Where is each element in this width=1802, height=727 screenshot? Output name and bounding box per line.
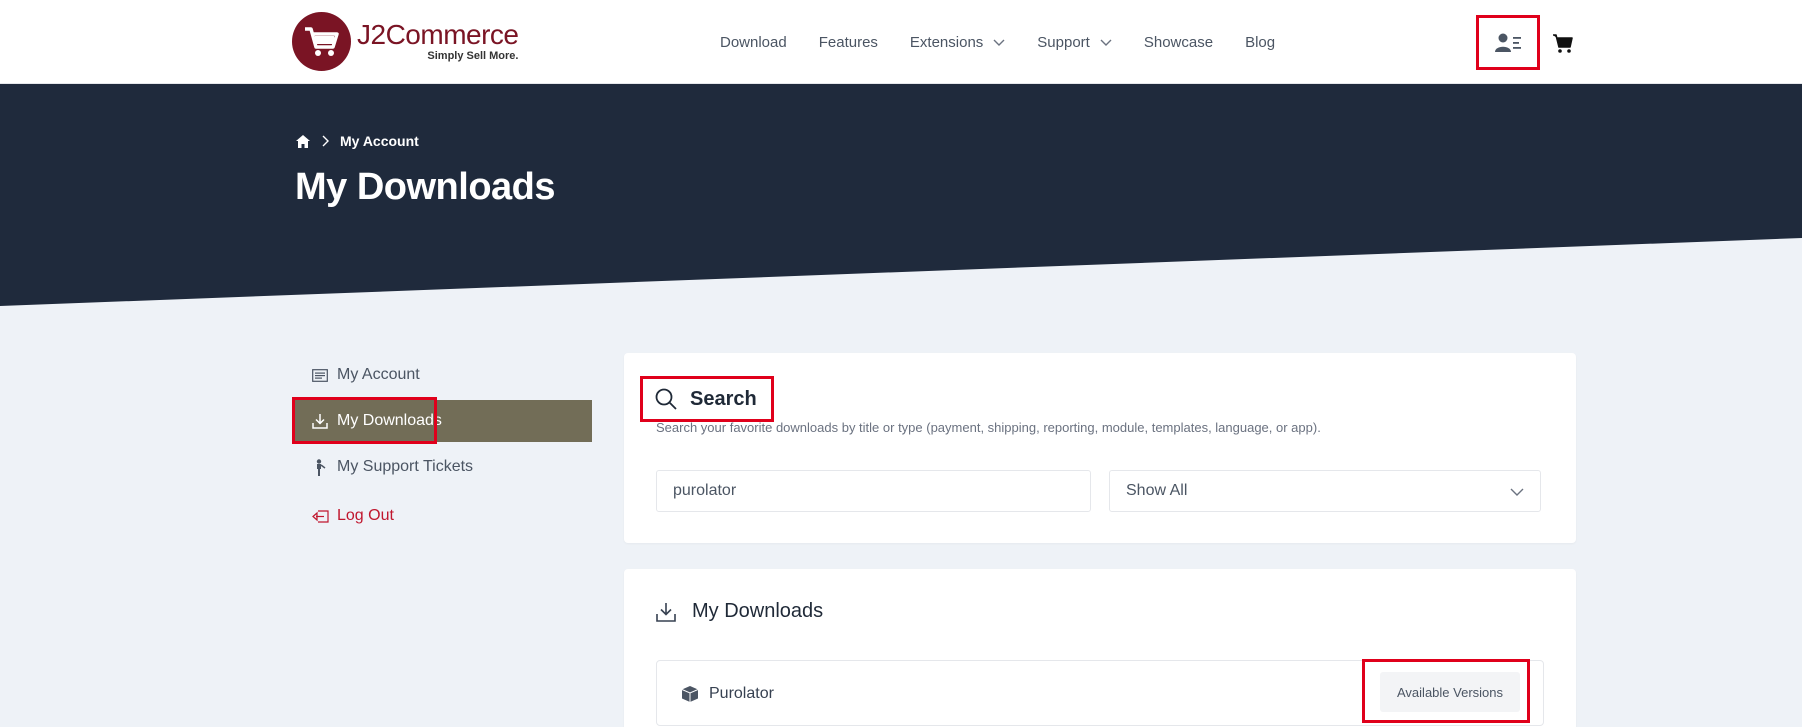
cart-logo-icon (292, 12, 351, 71)
sidebar-item-label: Log Out (337, 507, 394, 524)
available-versions-button[interactable]: Available Versions (1380, 672, 1520, 712)
search-title: Search (690, 387, 757, 410)
breadcrumb: My Account (296, 133, 419, 149)
sidebar-item-label: My Account (337, 366, 420, 383)
nav-label: Download (720, 33, 787, 51)
nav-label: Blog (1245, 33, 1276, 51)
sidebar-item-my-support-tickets[interactable]: My Support Tickets (294, 446, 592, 488)
home-icon[interactable] (296, 134, 310, 148)
search-heading: Search (640, 376, 774, 422)
select-value: Show All (1126, 482, 1188, 499)
nav-features[interactable]: Features (819, 34, 878, 51)
page-hero (0, 84, 1802, 309)
user-menu-button[interactable] (1476, 15, 1540, 70)
nav-label: Showcase (1143, 33, 1214, 51)
search-input[interactable] (656, 470, 1091, 512)
nav-download[interactable]: Download (720, 34, 787, 51)
cart-icon[interactable] (1552, 32, 1574, 54)
hero-background (0, 84, 1802, 306)
nav-label: Support (1037, 33, 1090, 51)
sidebar-item-my-account[interactable]: My Account (294, 354, 592, 396)
download-name[interactable]: Purolator (709, 685, 774, 703)
page-title: My Downloads (295, 166, 556, 208)
sidebar-item-log-out[interactable]: Log Out (294, 495, 592, 537)
logo-tagline: Simply Sell More. (427, 50, 519, 62)
chevron-down-icon (1510, 488, 1524, 496)
sidebar-item-label: My Downloads (337, 412, 442, 429)
chevron-right-icon (322, 135, 329, 147)
nav-extensions[interactable]: Extensions (910, 34, 1005, 51)
downloads-title: My Downloads (692, 600, 824, 622)
search-description: Search your favorite downloads by title … (656, 420, 1321, 435)
main-nav: Download Features Extensions Support Sho… (720, 0, 1307, 84)
search-icon (655, 388, 677, 410)
user-menu-icon (1495, 33, 1521, 52)
site-logo[interactable]: J2Commerce Simply Sell More. (292, 12, 519, 71)
nav-label: Features (818, 33, 878, 51)
download-icon (656, 602, 676, 622)
nav-showcase[interactable]: Showcase (1144, 34, 1213, 51)
package-icon (681, 686, 699, 702)
account-list-icon (311, 366, 329, 384)
download-type-select[interactable]: Show All (1109, 470, 1541, 512)
downloads-heading: My Downloads (656, 600, 823, 623)
nav-label: Extensions (909, 33, 984, 51)
logout-icon (311, 507, 329, 525)
support-person-icon (311, 458, 329, 476)
site-header: J2Commerce Simply Sell More. Download Fe… (0, 0, 1802, 84)
logo-name: J2Commerce (357, 19, 519, 50)
sidebar-item-my-downloads[interactable]: My Downloads (294, 400, 592, 442)
download-icon (311, 412, 329, 430)
nav-blog[interactable]: Blog (1245, 34, 1275, 51)
chevron-down-icon (1100, 39, 1112, 46)
chevron-down-icon (993, 39, 1005, 46)
breadcrumb-current[interactable]: My Account (340, 133, 419, 149)
nav-support[interactable]: Support (1037, 34, 1112, 51)
sidebar-item-label: My Support Tickets (337, 458, 474, 475)
